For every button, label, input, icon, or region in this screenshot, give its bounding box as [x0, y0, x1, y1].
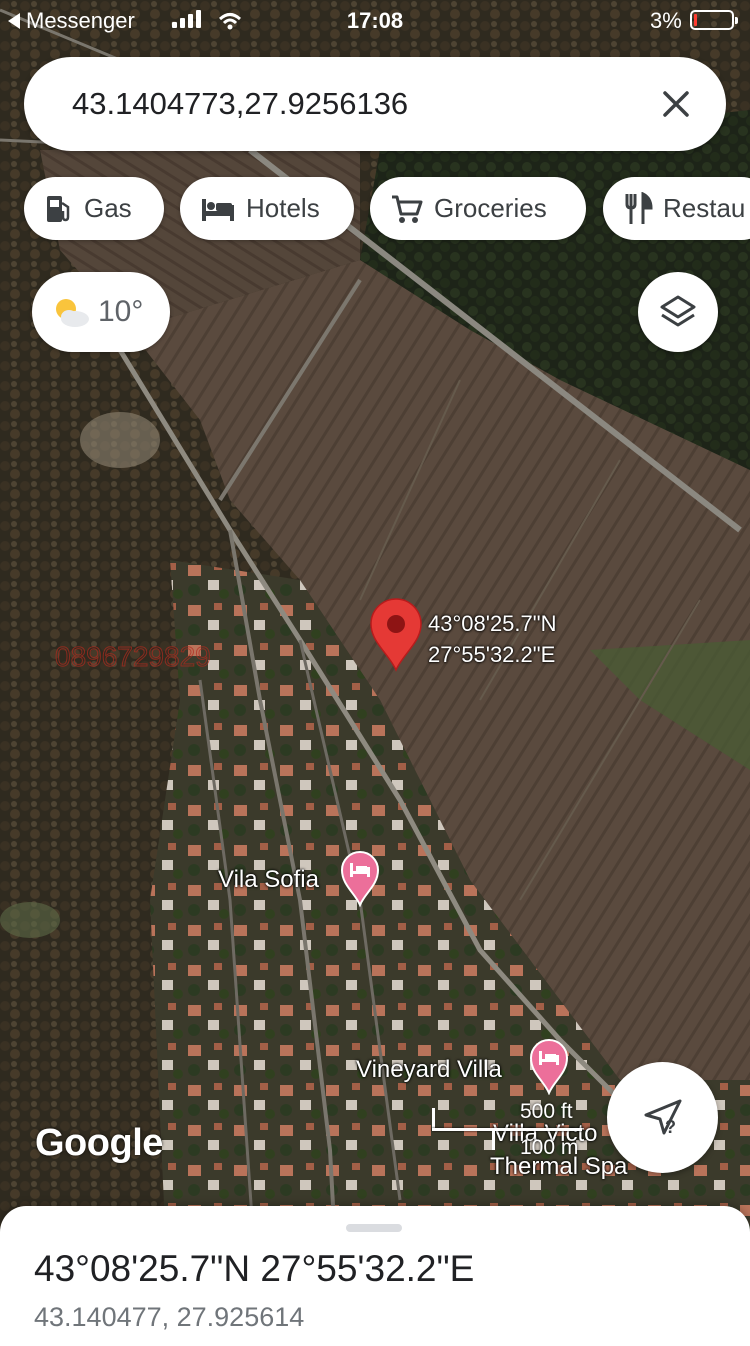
bed-icon: [202, 198, 234, 221]
layers-button[interactable]: [638, 272, 718, 352]
watermark-text: 0896729829: [55, 641, 211, 672]
cart-icon: [392, 195, 423, 223]
place-label-vineyard-villa[interactable]: Vineyard Villa: [356, 1056, 502, 1084]
temperature: 10°: [98, 295, 144, 328]
pin-lon: 27°55'32.2"E: [428, 642, 556, 667]
svg-text:?: ?: [665, 1117, 676, 1137]
map-pin-icon[interactable]: [369, 598, 423, 672]
location-unknown-icon: ?: [644, 1099, 681, 1137]
search-bar[interactable]: 43.1404773,27.9256136: [24, 57, 726, 151]
bottom-sheet[interactable]: 43°08'25.7"N 27°55'32.2"E 43.140477, 27.…: [0, 1206, 750, 1346]
partly-cloudy-icon: [56, 299, 89, 327]
chip-gas[interactable]: Gas: [24, 177, 164, 240]
chip-groceries[interactable]: Groceries: [370, 177, 586, 240]
layers-icon: [660, 295, 696, 327]
weather-chip[interactable]: 10°: [32, 272, 170, 352]
scale-imperial: 500 ft: [520, 1100, 573, 1123]
clock: 17:08: [346, 8, 404, 33]
chip-label: Gas: [84, 193, 132, 223]
sheet-subtitle: 43.140477, 27.925614: [34, 1302, 305, 1332]
chip-restaurants[interactable]: Restau: [603, 177, 750, 240]
pin-lat: 43°08'25.7"N: [428, 611, 557, 636]
chip-label: Groceries: [434, 193, 547, 223]
battery-icon: [690, 10, 738, 30]
gas-station-icon: [47, 195, 70, 222]
pin-coordinates-label: 43°08'25.7"N 27°55'32.2"E: [428, 608, 556, 670]
chip-label: Restau: [663, 193, 746, 223]
sheet-drag-handle[interactable]: [346, 1224, 402, 1232]
search-input[interactable]: 43.1404773,27.9256136: [72, 86, 654, 122]
status-bar: Messenger 17:08 3%: [0, 0, 750, 42]
google-logo: Google: [35, 1122, 163, 1164]
close-icon[interactable]: [654, 82, 698, 126]
scale-bar: 500 ft 100 m: [432, 1100, 602, 1180]
hotel-icon[interactable]: [530, 1039, 568, 1095]
chip-hotels[interactable]: Hotels: [180, 177, 354, 240]
sheet-title: 43°08'25.7"N 27°55'32.2"E: [34, 1248, 475, 1289]
hotel-icon[interactable]: [341, 851, 379, 907]
restaurant-icon: [625, 191, 653, 224]
battery-percent: 3%: [650, 8, 682, 33]
place-label-vila-sofia[interactable]: Vila Sofia: [218, 866, 319, 894]
scale-metric: 100 m: [520, 1136, 579, 1159]
my-location-button[interactable]: ?: [607, 1062, 718, 1173]
chip-label: Hotels: [246, 193, 320, 223]
